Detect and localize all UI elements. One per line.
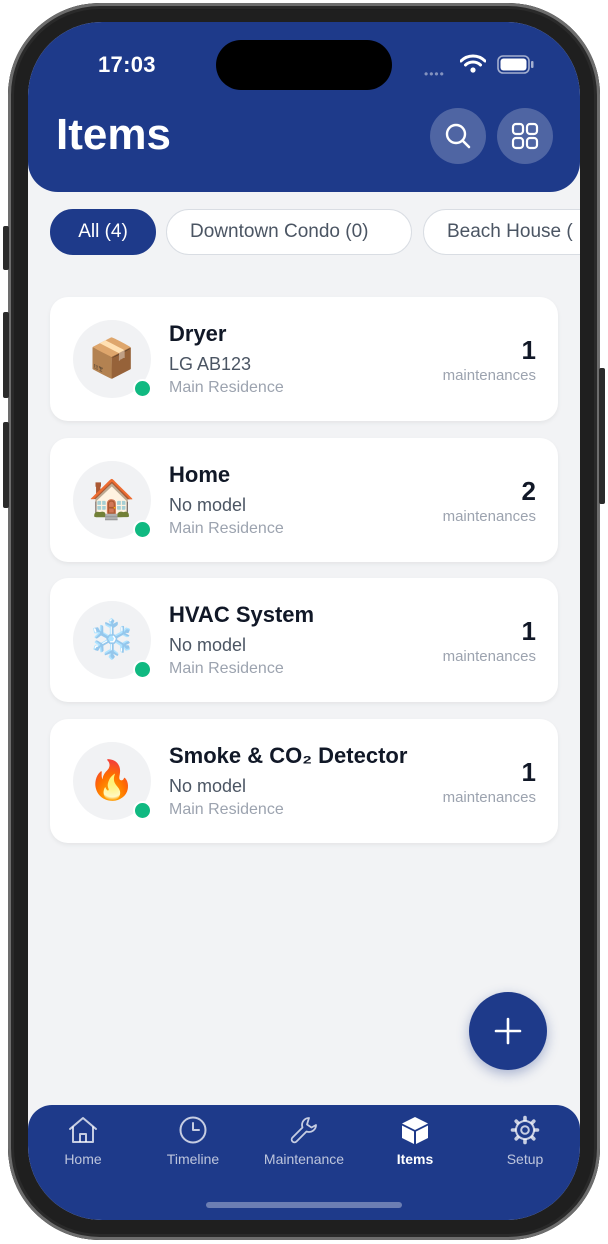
tab-label: Items	[396, 1151, 434, 1167]
signal-icon: ••••	[424, 67, 445, 81]
item-model: No model	[169, 635, 247, 655]
action-button	[3, 226, 9, 270]
screen: 17:03 •••• Items All (4) Downtown Condo …	[28, 22, 580, 1220]
status-dot	[133, 379, 152, 398]
wrench-icon	[290, 1117, 317, 1144]
tab-label: Maintenance	[263, 1151, 345, 1167]
maintenance-count-label: maintenances	[442, 648, 536, 665]
item-location: Main Residence	[169, 801, 284, 818]
plus-icon	[494, 1017, 522, 1045]
tab-maintenance[interactable]: Maintenance	[249, 1115, 359, 1175]
filter-chip-beach-house[interactable]: Beach House (	[423, 209, 580, 255]
gear-icon	[510, 1115, 540, 1145]
header: 17:03 •••• Items	[28, 22, 580, 192]
wifi-icon	[460, 54, 486, 73]
filter-chip-downtown-condo[interactable]: Downtown Condo (0)	[166, 209, 412, 255]
filter-chip-all[interactable]: All (4)	[50, 209, 156, 255]
maintenance-count: 1	[521, 757, 536, 787]
item-name: Smoke & CO₂ Detector	[169, 743, 408, 768]
item-card-home[interactable]: 🏠 Home No model Main Residence 2 mainten…	[50, 438, 558, 562]
box-icon	[402, 1117, 428, 1144]
search-icon	[445, 123, 471, 149]
tab-timeline[interactable]: Timeline	[138, 1115, 248, 1175]
maintenance-count: 1	[521, 335, 536, 365]
tab-label: Timeline	[166, 1151, 220, 1167]
item-model: LG AB123	[169, 354, 252, 374]
home-icon	[69, 1117, 97, 1143]
add-item-button[interactable]	[469, 992, 547, 1070]
item-location: Main Residence	[169, 520, 284, 537]
item-model: No model	[169, 776, 247, 796]
clock-icon	[179, 1116, 207, 1144]
status-dot	[133, 660, 152, 679]
item-name: Home	[169, 462, 231, 487]
status-dot	[133, 801, 152, 820]
home-indicator	[206, 1202, 402, 1208]
item-model: No model	[169, 495, 247, 515]
filter-chips: All (4) Downtown Condo (0) Beach House (	[50, 209, 580, 259]
maintenance-count: 2	[521, 476, 536, 506]
item-card-smoke-detector[interactable]: 🔥 Smoke & CO₂ Detector No model Main Res…	[50, 719, 558, 843]
maintenance-count: 1	[521, 616, 536, 646]
maintenance-count-label: maintenances	[442, 508, 536, 525]
tab-items[interactable]: Items	[360, 1115, 470, 1175]
item-card-dryer[interactable]: 📦 Dryer LG AB123 Main Residence 1 mainte…	[50, 297, 558, 421]
item-name: HVAC System	[169, 602, 315, 627]
grid-icon	[511, 122, 539, 150]
search-button[interactable]	[430, 108, 486, 164]
page-title: Items	[56, 110, 171, 159]
maintenance-count-label: maintenances	[442, 789, 536, 806]
tab-setup[interactable]: Setup	[470, 1115, 580, 1175]
volume-down-button	[3, 422, 9, 508]
grid-view-button[interactable]	[497, 108, 553, 164]
tab-home[interactable]: Home	[28, 1115, 138, 1175]
volume-up-button	[3, 312, 9, 398]
item-location: Main Residence	[169, 660, 284, 677]
battery-icon	[497, 55, 534, 74]
dynamic-island	[216, 40, 392, 90]
item-name: Dryer	[169, 321, 227, 346]
item-location: Main Residence	[169, 379, 284, 396]
status-dot	[133, 520, 152, 539]
maintenance-count-label: maintenances	[442, 367, 536, 384]
item-card-hvac-system[interactable]: ❄️ HVAC System No model Main Residence 1…	[50, 578, 558, 702]
power-button	[599, 368, 605, 504]
status-time: 17:03	[98, 52, 156, 77]
tab-label: Setup	[506, 1151, 544, 1167]
tab-label: Home	[64, 1151, 102, 1167]
